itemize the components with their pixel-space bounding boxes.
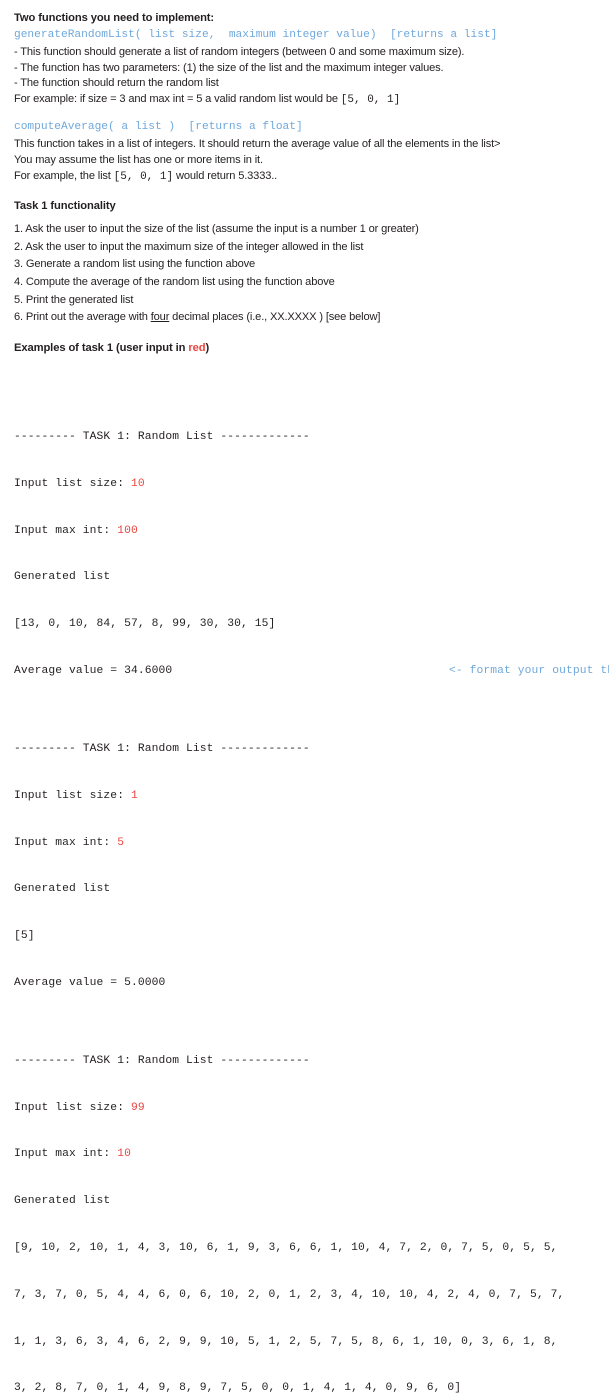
console-run1-size-line: Input list size: 10 (14, 477, 595, 493)
examples-heading-red-word: red (188, 341, 206, 354)
console-run2-size-value: 1 (130, 789, 138, 802)
examples-heading-post: ) (205, 341, 210, 354)
console-run2-size-line: Input list size: 1 (14, 789, 595, 805)
task1-step-4: 4. Compute the average of the random lis… (14, 275, 335, 288)
console-run3-size-value: 99 (130, 1101, 145, 1114)
console-label-generated: Generated list (14, 1195, 111, 1208)
console-run3-list-line: 3, 2, 8, 7, 0, 1, 4, 9, 8, 9, 7, 5, 0, 0… (14, 1382, 462, 1395)
console-separator: --------- TASK 1: Random List ----------… (14, 431, 310, 444)
console-label-maxint: Input max int: (14, 1148, 118, 1161)
console-label-size: Input list size: (14, 477, 131, 490)
task1-step-6-pre: 6. Print out the average with (14, 311, 151, 324)
section1-example-list: [5, 0, 1] (340, 93, 401, 106)
task1-step-1: 1. Ask the user to input the size of the… (14, 223, 419, 236)
examples-heading-pre: Examples of task 1 (user input in (14, 341, 189, 354)
console-run3-list-line: 7, 3, 7, 0, 5, 4, 4, 6, 0, 6, 10, 2, 0, … (14, 1288, 565, 1301)
format-annotation: <- format your output the same (449, 665, 609, 677)
examples-heading: Examples of task 1 (user input in red) (14, 340, 595, 356)
section2-example-prefix: For example, the list (14, 169, 114, 182)
console-run2-average-value: 5.0000 (124, 976, 166, 989)
console-label-size: Input list size: (14, 789, 131, 802)
section1-bullet-1: - This function should generate a list o… (14, 46, 465, 58)
console-run3-list-line: 1, 1, 3, 6, 3, 4, 6, 2, 9, 9, 10, 5, 1, … (14, 1335, 558, 1348)
generate-random-list-signature: generateRandomList( list size, maximum i… (14, 29, 498, 41)
console-run1-average-value: 34.6000 (124, 665, 173, 677)
console-run2-maxint-line: Input max int: 5 (14, 836, 595, 852)
console-label-average: Average value = (14, 665, 125, 677)
section1-bullet-3: - The function should return the random … (14, 77, 219, 90)
console-run3-maxint-line: Input max int: 10 (14, 1147, 595, 1163)
console-run1-list-line: [13, 0, 10, 84, 57, 8, 99, 30, 30, 15] (14, 618, 276, 631)
console-label-size: Input list size: (14, 1101, 131, 1114)
console-label-average: Average value = (14, 976, 125, 989)
section1-heading: Two functions you need to implement: (14, 12, 215, 24)
console-run2-list-line: [5] (14, 930, 35, 943)
console-run2-maxint-value: 5 (117, 836, 125, 849)
task1-step-5: 5. Print the generated list (14, 293, 134, 306)
console-separator: --------- TASK 1: Random List ----------… (14, 1054, 310, 1067)
console-run1-maxint-line: Input max int: 100 (14, 524, 595, 540)
assignment-document: Two functions you need to implement: gen… (0, 0, 609, 1394)
task1-step-6-post: decimal places (i.e., XX.XXXX ) [see bel… (169, 311, 381, 324)
task1-functionality-heading: Task 1 functionality (14, 200, 116, 213)
section1-bullet-2: - The function has two parameters: (1) t… (14, 61, 444, 74)
console-label-maxint: Input max int: (14, 524, 118, 537)
task1-step-3: 3. Generate a random list using the func… (14, 258, 256, 271)
console-run3-maxint-value: 10 (117, 1148, 131, 1161)
section1-example-prefix: For example: if size = 3 and max int = 5… (14, 92, 341, 105)
console-run1-maxint-value: 100 (117, 524, 138, 537)
console-separator: --------- TASK 1: Random List ----------… (14, 742, 310, 755)
console-transcript: --------- TASK 1: Random List ----------… (14, 368, 609, 1400)
console-run2-average-line: Average value = 5.0000 (14, 976, 595, 992)
section2-example-list: [5, 0, 1] (113, 170, 174, 183)
task1-step-6: 6. Print out the average with four decim… (14, 309, 595, 327)
compute-average-signature: computeAverage( a list ) [returns a floa… (14, 121, 303, 134)
console-label-generated: Generated list (14, 883, 111, 896)
section2-example: For example, the list [5, 0, 1] would re… (14, 169, 595, 186)
section2-line-1: This function takes in a list of integer… (14, 138, 501, 151)
console-label-generated: Generated list (14, 571, 111, 584)
console-run3-list-line: [9, 10, 2, 10, 1, 4, 3, 10, 6, 1, 9, 3, … (14, 1241, 558, 1254)
console-run1-size-value: 10 (130, 477, 145, 490)
section1-example: For example: if size = 3 and max int = 5… (14, 92, 595, 109)
task1-step-6-underlined: four (150, 311, 170, 324)
console-run3-size-line: Input list size: 99 (14, 1101, 595, 1117)
section2-line-2: You may assume the list has one or more … (14, 153, 263, 166)
console-label-maxint: Input max int: (14, 836, 118, 849)
console-run1-average-line: Average value = 34.6000 <- format your ou… (14, 664, 609, 680)
section2-example-suffix: would return 5.3333.. (173, 169, 278, 182)
task1-step-2: 2. Ask the user to input the maximum siz… (14, 240, 364, 253)
